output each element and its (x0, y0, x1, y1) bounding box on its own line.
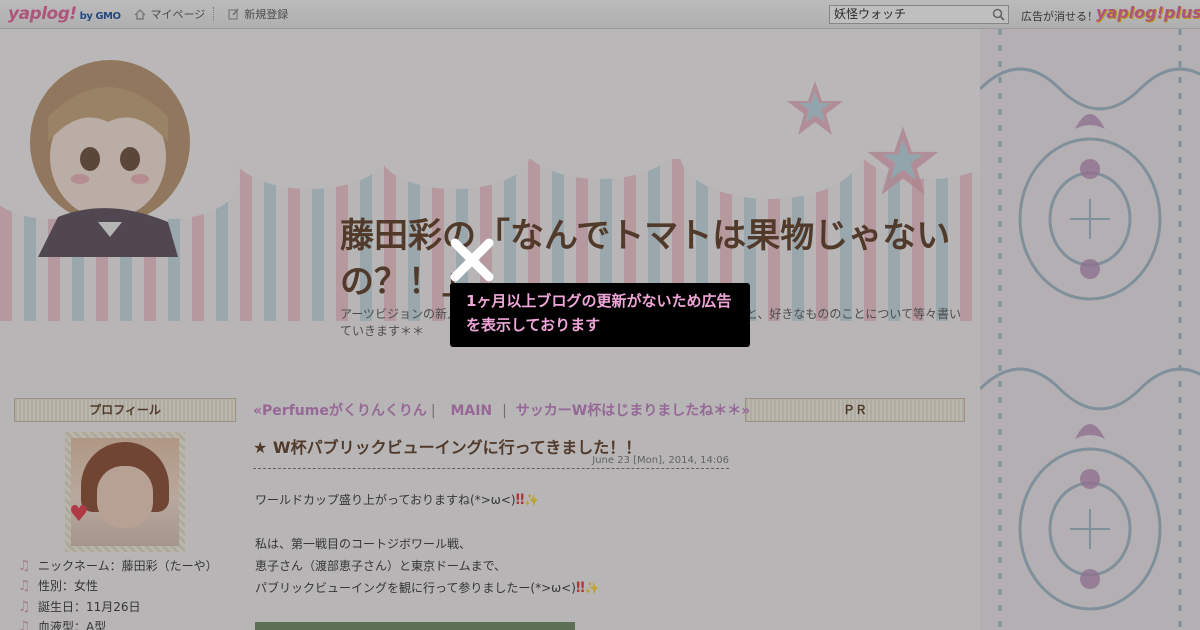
close-icon[interactable] (447, 235, 497, 285)
ad-notice-popup: 1ヶ月以上ブログの更新がないため広告を表示しております (450, 283, 750, 347)
